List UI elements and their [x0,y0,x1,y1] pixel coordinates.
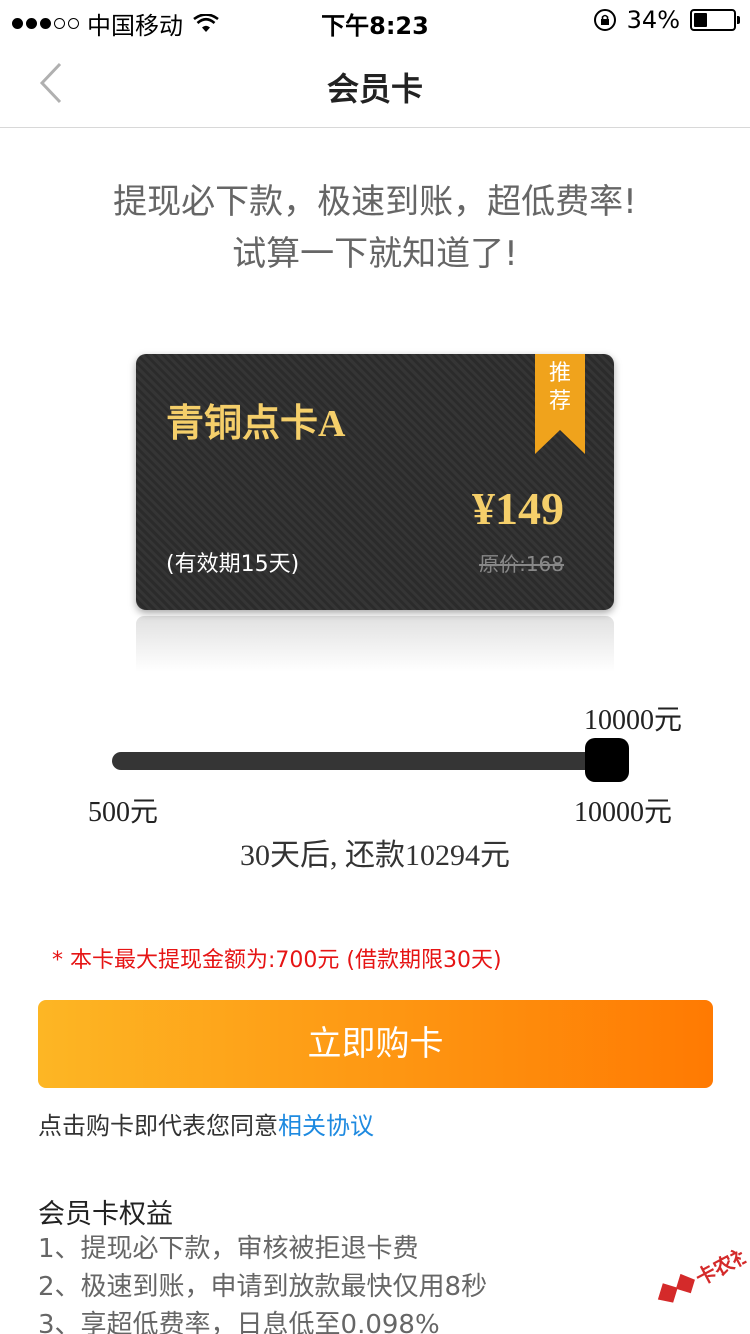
slogan-line-2: 试算一下就知道了! [232,234,518,274]
amount-slider-thumb[interactable] [585,738,629,782]
benefit-item: 2、极速到账，申请到放款最快仅用8秒 [38,1272,488,1302]
card-name: 青铜点卡A [166,403,346,445]
slogan: 提现必下款，极速到账，超低费率! 试算一下就知道了! [0,176,750,280]
agreement-text: 点击购卡即代表您同意相关协议 [38,1106,374,1141]
agreement-link[interactable]: 相关协议 [278,1112,374,1140]
svg-text:卡农社区: 卡农社区 [692,1232,750,1291]
rotation-lock-icon [593,9,616,31]
recommend-badge-label: 推荐 [548,361,571,414]
slider-max-label: 10000元 [573,797,672,828]
slogan-line-1: 提现必下款，极速到账，超低费率! [113,182,637,222]
watermark-logo: 卡农社区 [657,1232,750,1303]
member-card[interactable]: 青铜点卡A 推荐 ¥149 (有效期15天) 原价:168 [136,354,614,610]
status-right: 34% [593,6,740,34]
card-original-price: 原价:168 [479,552,564,576]
nav-bar: 会员卡 [0,40,750,128]
card-price: ¥149 [472,483,564,534]
buy-card-button[interactable]: 立即购卡 [38,1000,713,1088]
card-validity: (有效期15天) [166,552,300,577]
page-title: 会员卡 [326,70,423,108]
card-reflection [136,616,614,672]
slider-min-label: 500元 [88,797,159,828]
battery-percent: 34% [626,6,680,34]
status-bar: 中国移动 下午8:23 34% [0,0,750,40]
agreement-prefix: 点击购卡即代表您同意 [38,1112,278,1140]
amount-slider-track[interactable] [112,752,614,770]
repayment-text: 30天后, 还款10294元 [240,839,510,872]
max-withdraw-notice: * 本卡最大提现金额为:700元 (借款期限30天) [52,948,502,973]
battery-fill [694,13,707,27]
benefit-item: 3、享超低费率，日息低至0.098% [38,1310,440,1334]
recommend-badge: 推荐 [535,360,585,416]
battery-icon [690,9,740,31]
benefit-item: 1、提现必下款，审核被拒退卡费 [38,1234,419,1264]
benefits-title: 会员卡权益 [38,1199,173,1230]
slider-current-value: 10000元 [583,705,682,736]
